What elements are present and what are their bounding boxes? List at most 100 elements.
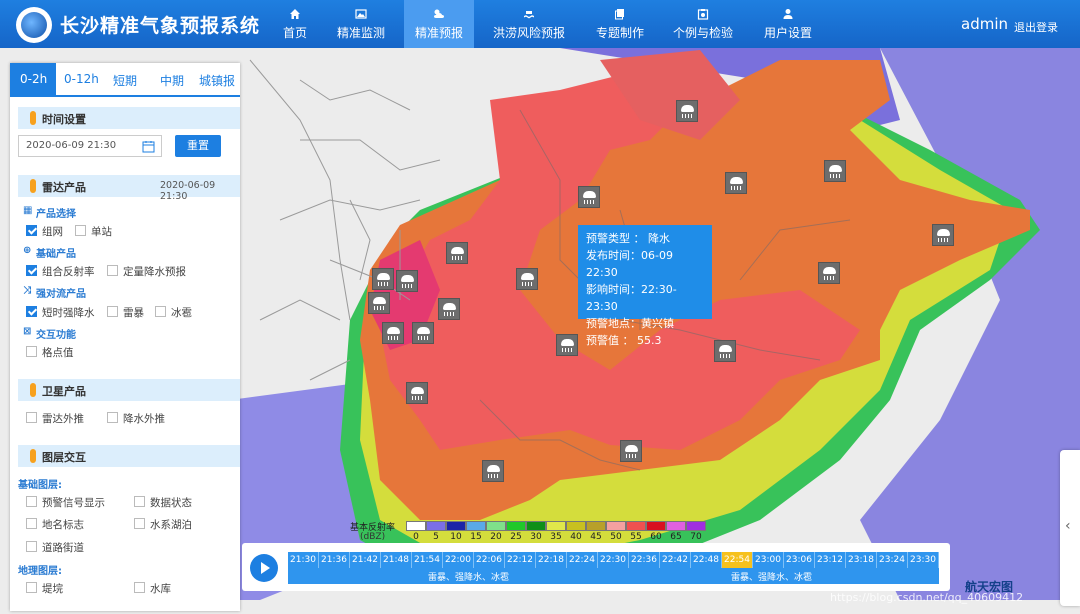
globe-icon: ⊕ — [23, 245, 32, 256]
rain-warning-icon[interactable] — [372, 268, 394, 290]
checkbox-network[interactable] — [26, 225, 37, 236]
tab-town[interactable]: 城镇报 — [199, 72, 235, 89]
timeline-tick[interactable]: 21:36 — [319, 552, 350, 568]
nav-label: 专题制作 — [595, 25, 644, 40]
forecast-tabs: 0-2h 0-12h 短期 中期 城镇报 — [10, 63, 240, 97]
checkbox-road[interactable] — [26, 541, 37, 552]
tab-0-12h[interactable]: 0-12h — [64, 72, 99, 86]
logout-link[interactable]: 退出登录 — [1014, 19, 1058, 35]
datetime-input[interactable]: 2020-06-09 21:30 — [18, 135, 162, 157]
username[interactable]: admin — [961, 15, 1008, 33]
timeline-tick[interactable]: 23:18 — [846, 552, 877, 568]
label-radar-extrap: 雷达外推 — [42, 413, 84, 425]
timeline-tick[interactable]: 23:06 — [784, 552, 815, 568]
label-hail: 冰雹 — [171, 307, 192, 319]
tab-mid-term[interactable]: 中期 — [160, 72, 184, 89]
nav-special[interactable]: 专题制作 — [590, 0, 650, 48]
legend-label: 60 — [650, 532, 662, 542]
timeline-tick[interactable]: 22:36 — [629, 552, 660, 568]
timeline-tick[interactable]: 23:30 — [908, 552, 939, 568]
label-grid: 格点值 — [42, 347, 74, 359]
rain-warning-icon[interactable] — [516, 268, 538, 290]
timeline-tick[interactable]: 21:48 — [381, 552, 412, 568]
checkbox-signal[interactable] — [26, 496, 37, 507]
timeline-tick[interactable]: 21:30 — [288, 552, 319, 568]
checkbox-thunder[interactable] — [107, 306, 118, 317]
rain-warning-icon[interactable] — [818, 262, 840, 284]
timeline-tick[interactable]: 22:54 — [722, 552, 753, 568]
timeline-tick[interactable]: 22:24 — [567, 552, 598, 568]
section-layers: 图层交互 — [18, 445, 240, 467]
chevron-left-icon: ‹ — [1065, 518, 1071, 534]
right-collapse-tab[interactable]: ‹ — [1060, 450, 1080, 606]
rain-warning-icon[interactable] — [676, 100, 698, 122]
nav-label: 个例与检验 — [672, 25, 733, 40]
checkbox-dyke[interactable] — [26, 582, 37, 593]
timeline-tick[interactable]: 23:24 — [877, 552, 908, 568]
timeline-tick[interactable]: 22:06 — [474, 552, 505, 568]
timeline-tick[interactable]: 21:42 — [350, 552, 381, 568]
rain-warning-icon[interactable] — [556, 334, 578, 356]
timeline-tick[interactable]: 22:42 — [660, 552, 691, 568]
nav-user-settings[interactable]: 用户设置 — [758, 0, 818, 48]
rain-warning-icon[interactable] — [714, 340, 736, 362]
convection-label: 强对流产品 — [36, 289, 86, 300]
rain-warning-icon[interactable] — [438, 298, 460, 320]
checkbox-hail[interactable] — [155, 306, 166, 317]
tab-short-term[interactable]: 短期 — [113, 72, 137, 89]
nav-case[interactable]: 个例与检验 — [668, 0, 738, 48]
reset-button[interactable]: 重置 — [175, 135, 221, 157]
legend-label: 25 — [510, 532, 522, 542]
timeline-tick[interactable]: 23:12 — [815, 552, 846, 568]
rain-warning-icon[interactable] — [620, 440, 642, 462]
rain-warning-icon[interactable] — [412, 322, 434, 344]
label-thunder: 雷暴 — [123, 307, 144, 319]
checkbox-water[interactable] — [134, 518, 145, 529]
nav-home[interactable]: 首页 — [276, 0, 314, 48]
play-button[interactable] — [250, 554, 278, 582]
checkbox-rain-extrap[interactable] — [107, 412, 118, 423]
nav-monitor[interactable]: 精准监测 — [330, 0, 392, 48]
rain-warning-icon[interactable] — [578, 186, 600, 208]
legend-label: 15 — [470, 532, 482, 542]
timeline-tick[interactable]: 22:18 — [536, 552, 567, 568]
popup-value: 预警值 ： 55.3 — [586, 334, 662, 347]
timeline-tick[interactable]: 22:00 — [443, 552, 474, 568]
checkbox-single[interactable] — [75, 225, 86, 236]
rain-warning-icon[interactable] — [932, 224, 954, 246]
nav-label: 精准预报 — [414, 25, 463, 40]
tab-0-2h[interactable]: 0-2h — [20, 72, 47, 86]
checkbox-data-status[interactable] — [134, 496, 145, 507]
checkbox-radar-extrap[interactable] — [26, 412, 37, 423]
rain-warning-icon[interactable] — [482, 460, 504, 482]
legend-swatch — [506, 521, 526, 531]
checkbox-composite[interactable] — [26, 265, 37, 276]
calendar-icon[interactable] — [142, 140, 155, 153]
legend-swatch — [686, 521, 706, 531]
timeline-tick[interactable]: 22:48 — [691, 552, 722, 568]
checkbox-short-rain[interactable] — [26, 306, 37, 317]
legend-label: 55 — [630, 532, 642, 542]
label-road: 道路街道 — [42, 542, 84, 554]
nav-forecast[interactable]: 精准预报 — [404, 0, 474, 48]
checkbox-grid[interactable] — [26, 346, 37, 357]
monitor-image-icon — [355, 8, 367, 19]
rain-warning-icon[interactable] — [396, 270, 418, 292]
rain-warning-icon[interactable] — [725, 172, 747, 194]
rain-warning-icon[interactable] — [446, 242, 468, 264]
label-single: 单站 — [91, 226, 112, 238]
checkbox-place[interactable] — [26, 518, 37, 529]
timeline-tick[interactable]: 22:12 — [505, 552, 536, 568]
radar-datetime: 2020-06-09 21:30 — [160, 180, 216, 202]
timeline-tick[interactable]: 22:30 — [598, 552, 629, 568]
rain-warning-icon[interactable] — [406, 382, 428, 404]
nav-flood[interactable]: 洪涝风险预报 — [486, 0, 572, 48]
checkbox-reservoir[interactable] — [134, 582, 145, 593]
rain-warning-icon[interactable] — [382, 322, 404, 344]
label-short-rain: 短时强降水 — [42, 307, 95, 319]
rain-warning-icon[interactable] — [824, 160, 846, 182]
checkbox-qpf[interactable] — [107, 265, 118, 276]
timeline-tick[interactable]: 23:00 — [753, 552, 784, 568]
timeline-tick[interactable]: 21:54 — [412, 552, 443, 568]
rain-warning-icon[interactable] — [368, 292, 390, 314]
